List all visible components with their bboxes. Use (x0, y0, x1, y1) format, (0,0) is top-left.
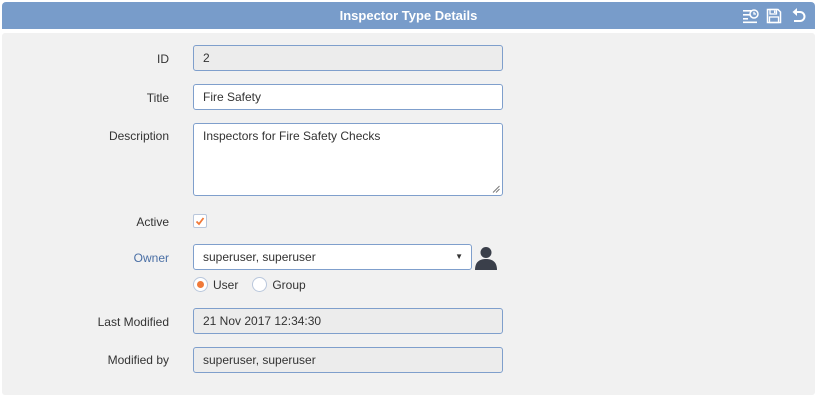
modified-by-label: Modified by (107, 353, 169, 367)
active-label: Active (136, 215, 169, 229)
owner-type-user[interactable]: User (193, 277, 238, 292)
chevron-down-icon: ▼ (455, 252, 463, 261)
description-text: Inspectors for Fire Safety Checks (203, 129, 381, 143)
toolbar (741, 6, 807, 25)
user-icon[interactable] (473, 245, 499, 271)
radio-user-label: User (213, 277, 239, 292)
last-modified-label: Last Modified (97, 315, 169, 329)
window-title: Inspector Type Details (339, 8, 478, 23)
active-checkbox[interactable] (193, 214, 207, 228)
description-label: Description (108, 129, 169, 143)
undo-icon[interactable] (789, 7, 807, 25)
save-icon[interactable] (765, 7, 783, 25)
owner-select[interactable]: superuser, superuser ▼ (193, 244, 472, 270)
checkmark-icon (195, 217, 205, 226)
modified-by-field: superuser, superuser (193, 347, 503, 373)
radio-group-label: Group (272, 277, 306, 292)
history-icon[interactable] (741, 7, 759, 25)
owner-selected-value: superuser, superuser (203, 250, 316, 264)
id-field: 2 (193, 45, 503, 71)
owner-link[interactable]: Owner (0, 251, 169, 265)
title-label: Title (146, 91, 169, 105)
resize-grip-icon[interactable] (492, 185, 500, 193)
radio-user[interactable] (193, 277, 208, 292)
owner-type-radio-group: User Group (193, 276, 320, 293)
window-titlebar: Inspector Type Details (2, 2, 815, 29)
last-modified-field: 21 Nov 2017 12:34:30 (193, 308, 503, 334)
owner-type-group[interactable]: Group (252, 277, 306, 292)
id-label: ID (157, 52, 169, 66)
radio-group[interactable] (252, 277, 268, 292)
title-input[interactable]: Fire Safety (193, 84, 503, 110)
description-textarea[interactable]: Inspectors for Fire Safety Checks (193, 123, 503, 196)
